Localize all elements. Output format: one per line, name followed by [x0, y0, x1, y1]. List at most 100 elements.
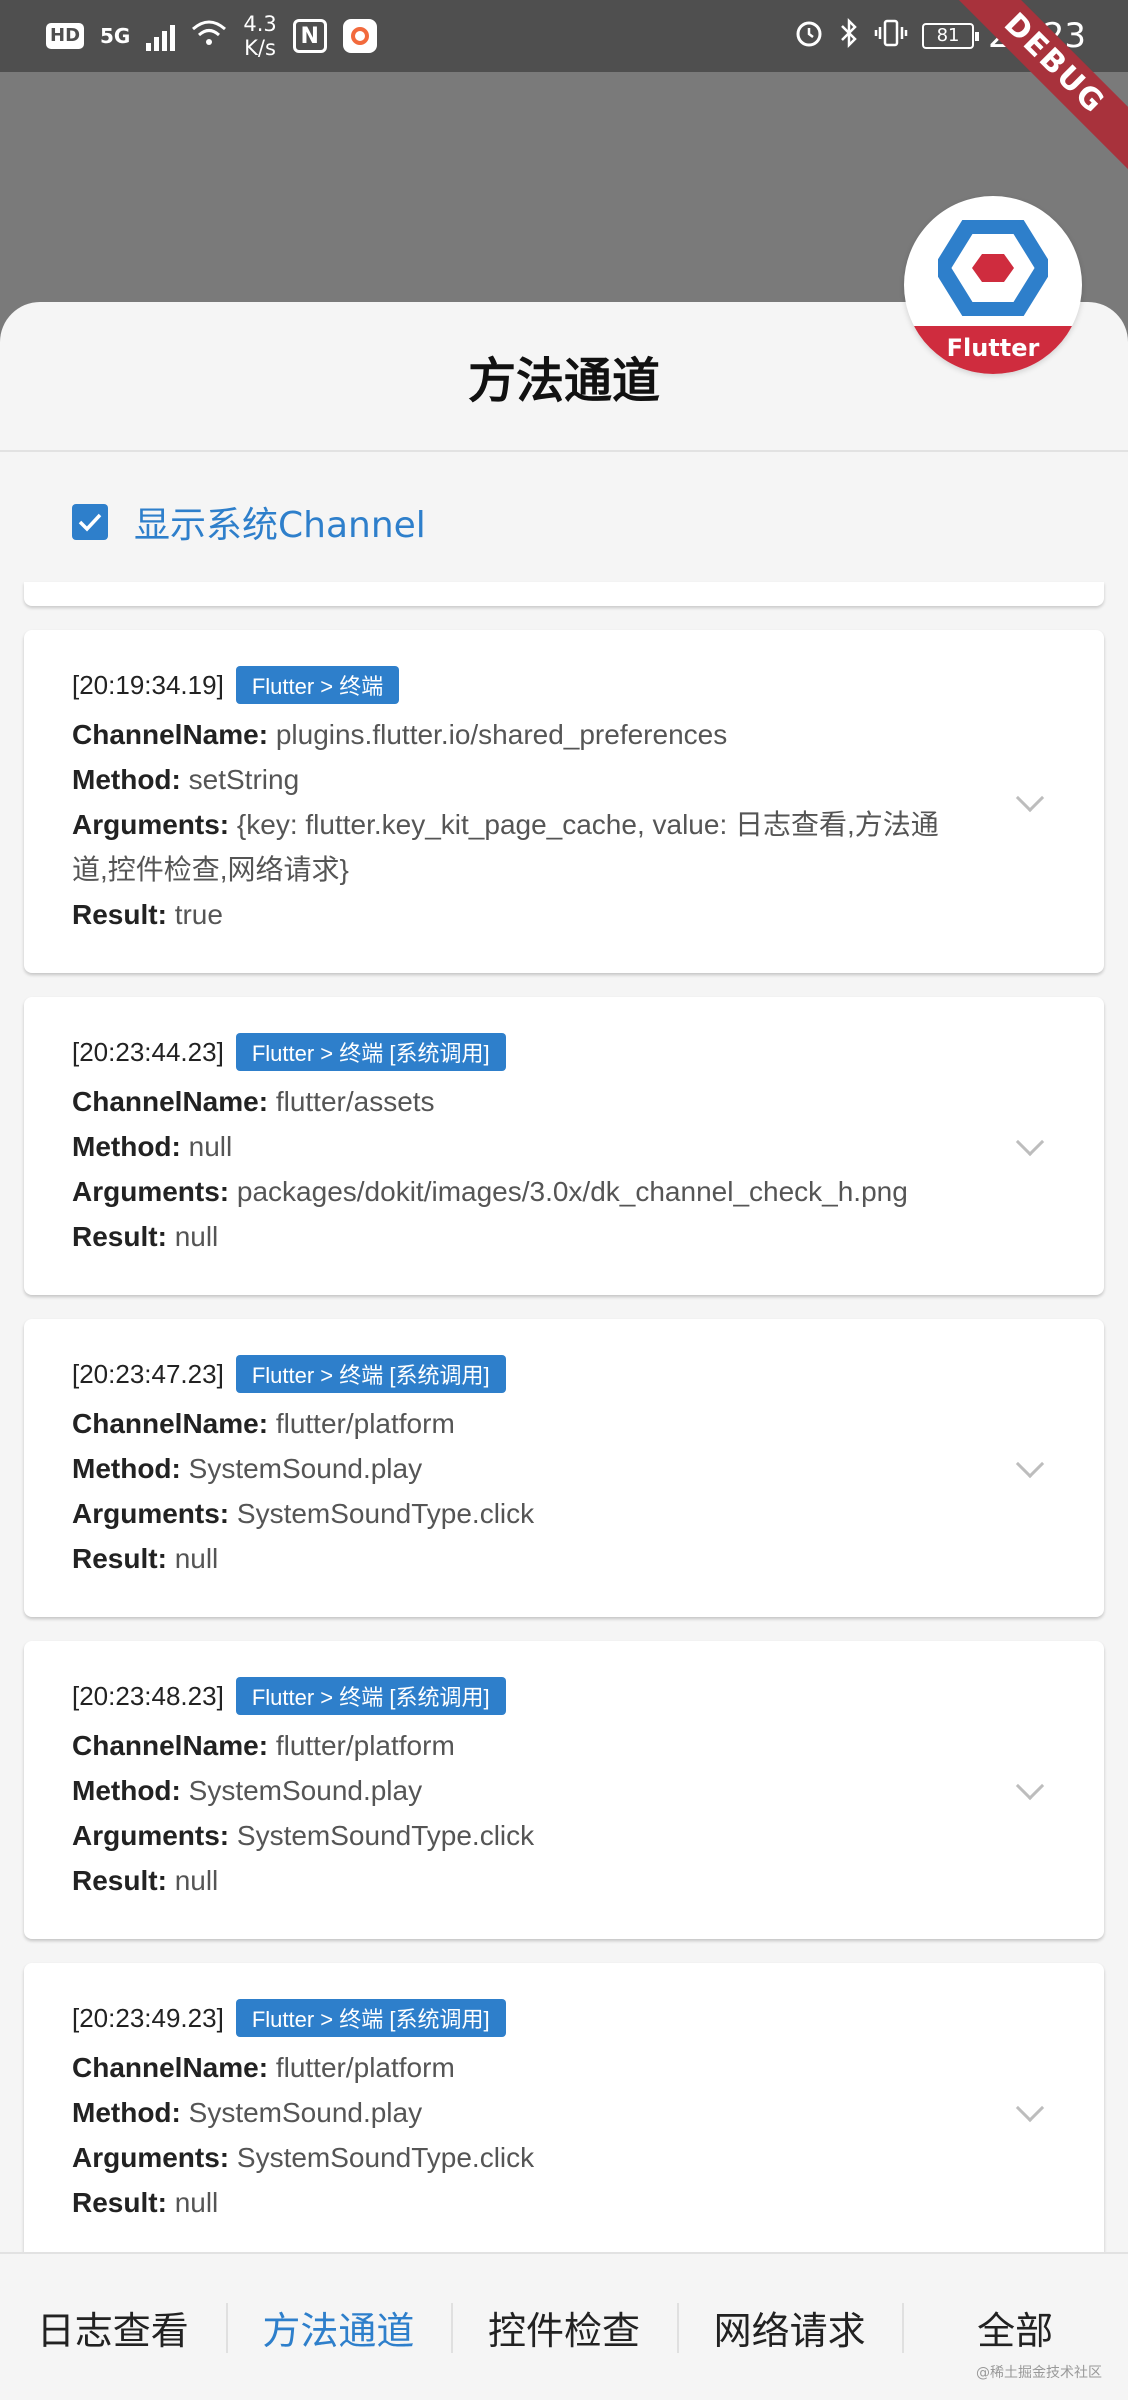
method-value: setString [188, 764, 300, 795]
card-header: [20:23:49.23] Flutter > 终端 [系统调用] [72, 1999, 954, 2037]
channel-name-field: ChannelName: flutter/platform [72, 1723, 954, 1768]
arguments-label: Arguments: [72, 1498, 230, 1529]
channel-name-label: ChannelName: [72, 1730, 269, 1761]
log-timestamp: [20:23:44.23] [72, 1036, 224, 1067]
arguments-value: SystemSoundType.click [236, 2142, 535, 2173]
arguments-field: Arguments: packages/dokit/images/3.0x/dk… [72, 1169, 954, 1214]
expand-chevron-icon[interactable] [1015, 783, 1045, 812]
log-timestamp: [20:19:34.19] [72, 669, 224, 700]
status-bar: HD 5G 4.3 K/s N 81 20:23 [0, 0, 1128, 72]
system-channel-label: 显示系统Channel [134, 505, 426, 546]
channel-name-value: plugins.flutter.io/shared_preferences [275, 719, 728, 750]
method-field: Method: SystemSound.play [72, 1768, 954, 1813]
result-label: Result: [72, 1543, 167, 1574]
result-label: Result: [72, 2187, 167, 2218]
method-field: Method: SystemSound.play [72, 1446, 954, 1491]
arguments-value: SystemSoundType.click [236, 1498, 535, 1529]
method-value: SystemSound.play [188, 1775, 423, 1806]
channel-name-label: ChannelName: [72, 719, 269, 750]
direction-tag: Flutter > 终端 [系统调用] [235, 1677, 506, 1715]
status-bar-left: HD 5G 4.3 K/s N [46, 10, 377, 62]
result-value: null [174, 1543, 219, 1574]
channel-name-field: ChannelName: flutter/assets [72, 1079, 954, 1124]
result-field: Result: true [72, 892, 954, 937]
bluetooth-icon [838, 17, 860, 56]
nfc-icon: N [292, 19, 327, 53]
channel-log-card[interactable]: [20:23:48.23] Flutter > 终端 [系统调用] Channe… [24, 1641, 1104, 1939]
system-channel-checkbox[interactable] [72, 504, 108, 540]
direction-tag: Flutter > 终端 [系统调用] [235, 1033, 506, 1071]
watermark: @稀土掘金技术社区 [976, 2365, 1102, 2381]
channel-name-label: ChannelName: [72, 1408, 269, 1439]
method-label: Method: [72, 764, 181, 795]
tab-1[interactable]: 日志查看 [0, 2253, 226, 2400]
direction-tag: Flutter > 终端 [系统调用] [235, 1999, 506, 2037]
result-label: Result: [72, 1865, 167, 1896]
signal-icon [146, 21, 176, 51]
arguments-value: packages/dokit/images/3.0x/dk_channel_ch… [236, 1176, 908, 1207]
channel-name-value: flutter/assets [275, 1086, 435, 1117]
arguments-value: SystemSoundType.click [236, 1820, 535, 1851]
channel-log-list[interactable]: [20:19:34.19] Flutter > 终端 ChannelName: … [24, 582, 1104, 2261]
dokit-flutter-logo[interactable]: Flutter [904, 196, 1082, 374]
status-bar-right: 81 20:23 [794, 10, 1086, 62]
battery-indicator: 81 [922, 23, 980, 49]
bottom-tab-bar: 日志查看 方法通道 控件检查 网络请求 全部 [0, 2252, 1128, 2400]
method-field: Method: SystemSound.play [72, 2090, 954, 2135]
method-field: Method: null [72, 1124, 954, 1169]
expand-chevron-icon[interactable] [1015, 1771, 1045, 1801]
channel-name-field: ChannelName: flutter/platform [72, 2045, 954, 2090]
result-value: null [174, 1221, 219, 1252]
show-system-channel-toggle[interactable]: 显示系统Channel [72, 496, 426, 548]
arguments-label: Arguments: [72, 809, 230, 840]
card-header: [20:23:47.23] Flutter > 终端 [系统调用] [72, 1355, 954, 1393]
channel-log-card[interactable]: [20:23:47.23] Flutter > 终端 [系统调用] Channe… [24, 1319, 1104, 1617]
network-speed: 4.3 K/s [243, 12, 276, 60]
channel-log-card[interactable]: [20:23:49.23] Flutter > 终端 [系统调用] Channe… [24, 1963, 1104, 2261]
card-header: [20:19:34.19] Flutter > 终端 [72, 666, 954, 704]
clock: 20:23 [988, 16, 1086, 56]
result-field: Result: null [72, 1214, 954, 1259]
method-value: SystemSound.play [188, 1453, 423, 1484]
method-value: null [188, 1131, 233, 1162]
result-value: true [174, 899, 223, 930]
tab-2[interactable]: 方法通道 [225, 2253, 452, 2400]
channel-name-field: ChannelName: plugins.flutter.io/shared_p… [72, 712, 954, 757]
channel-name-value: flutter/platform [275, 1408, 455, 1439]
channel-log-card[interactable]: [20:19:34.19] Flutter > 终端 ChannelName: … [24, 630, 1104, 973]
speed-unit: K/s [244, 36, 276, 60]
log-timestamp: [20:23:48.23] [72, 1680, 224, 1711]
channel-log-card[interactable]: [20:23:44.23] Flutter > 终端 [系统调用] Channe… [24, 997, 1104, 1295]
method-label: Method: [72, 1775, 181, 1806]
arguments-field: Arguments: SystemSoundType.click [72, 1813, 954, 1858]
expand-chevron-icon[interactable] [1015, 2093, 1045, 2123]
channel-name-label: ChannelName: [72, 1086, 269, 1117]
expand-chevron-icon[interactable] [1015, 1449, 1045, 1479]
tab-3[interactable]: 控件检查 [451, 2253, 677, 2400]
channel-name-value: flutter/platform [275, 2052, 455, 2083]
result-field: Result: null [72, 1536, 954, 1581]
dokit-hexagon-icon [938, 220, 1048, 316]
method-label: Method: [72, 1453, 181, 1484]
method-label: Method: [72, 2097, 181, 2128]
page-title: 方法通道 [467, 353, 660, 409]
logo-label: Flutter [904, 326, 1082, 374]
arguments-field: Arguments: SystemSoundType.click [72, 2135, 954, 2180]
arguments-label: Arguments: [72, 2142, 230, 2173]
arguments-label: Arguments: [72, 1176, 230, 1207]
method-field: Method: setString [72, 757, 954, 802]
result-value: null [174, 1865, 219, 1896]
network-type: 5G [100, 24, 131, 48]
alarm-icon [794, 18, 824, 55]
tab-4[interactable]: 网络请求 [676, 2253, 903, 2400]
arguments-field: Arguments: {key: flutter.key_kit_page_ca… [72, 802, 954, 892]
arguments-label: Arguments: [72, 1820, 230, 1851]
card-header: [20:23:44.23] Flutter > 终端 [系统调用] [72, 1033, 954, 1071]
expand-chevron-icon[interactable] [1015, 1127, 1045, 1157]
direction-tag: Flutter > 终端 [235, 666, 400, 704]
card-header: [20:23:48.23] Flutter > 终端 [系统调用] [72, 1677, 954, 1715]
method-value: SystemSound.play [188, 2097, 423, 2128]
bottom-sheet: 方法通道 显示系统Channel [20:19:34.19] Flutter >… [0, 302, 1128, 2400]
app-notification-icon [342, 19, 377, 53]
log-timestamp: [20:23:47.23] [72, 1358, 224, 1389]
